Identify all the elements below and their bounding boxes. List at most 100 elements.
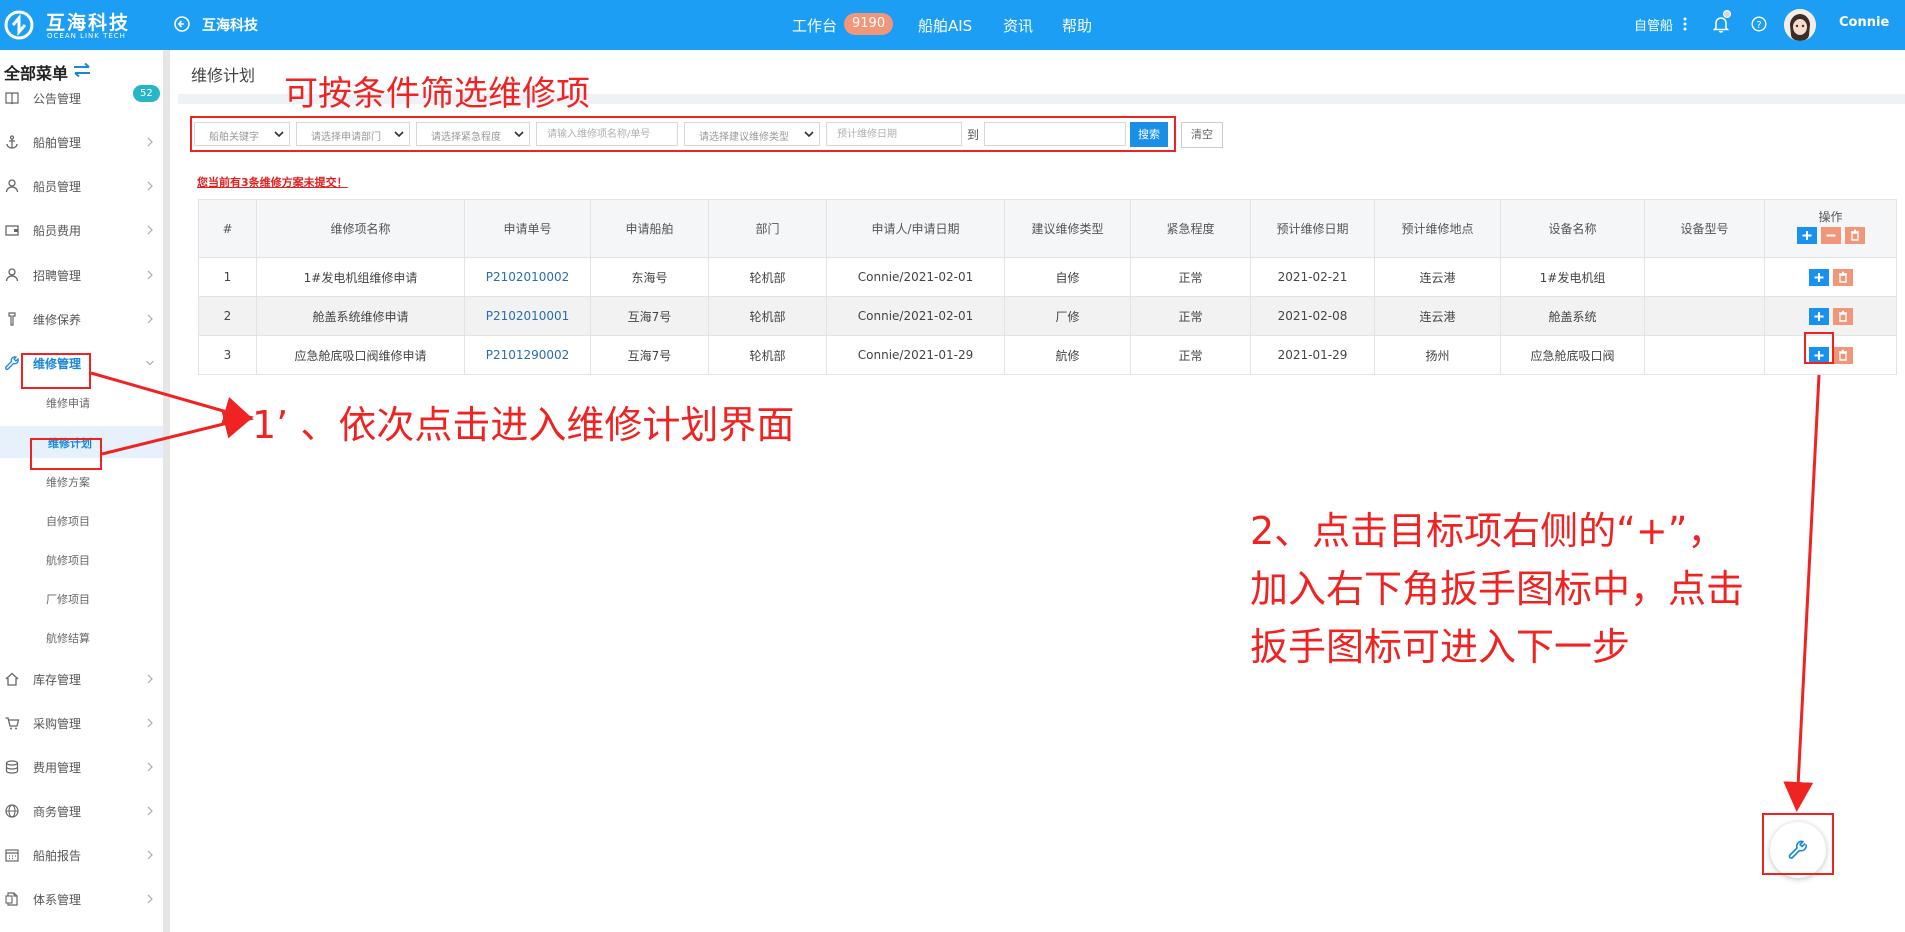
chevron-right-icon (147, 137, 153, 147)
cell-planned-location: 扬州 (1374, 335, 1501, 375)
table-row: 1 1#发电机组维修申请 P2102010002 东海号 轮机部 Connie/2021-… (198, 257, 1897, 297)
ship-mode-select[interactable]: 自管船 (1634, 15, 1673, 34)
help-icon[interactable]: ? (1751, 16, 1767, 32)
cell-index: 3 (198, 335, 257, 375)
sidebar-item-0[interactable]: 公告管理 52 (0, 80, 163, 116)
add-to-plan-button[interactable] (1808, 268, 1829, 286)
swap-icon[interactable] (72, 62, 92, 78)
repair-type-select[interactable]: 请选择建议维修类型 (684, 122, 820, 146)
clear-button[interactable]: 清空 (1181, 122, 1223, 148)
tool-icon (8, 312, 16, 326)
cell-equipment-model (1644, 257, 1765, 297)
chevron-right-icon (147, 270, 153, 280)
cell-applicant-date: Connie/2021-01-29 (826, 335, 1005, 375)
sidebar-item-10[interactable]: 商务管理 (0, 793, 163, 829)
submenu-item-0[interactable]: 维修申请 (0, 386, 163, 418)
submenu-item-3[interactable]: 自修项目 (0, 504, 163, 536)
cell-ship: 东海号 (590, 257, 709, 297)
col-index: # (198, 199, 257, 258)
nav-news[interactable]: 资讯 (1003, 15, 1033, 36)
person-icon (5, 179, 19, 193)
delete-all-button[interactable] (1844, 227, 1865, 244)
back-arrow-icon (174, 16, 190, 32)
submenu-item-1[interactable]: 维修计划 (0, 426, 163, 458)
calendar-icon (5, 849, 19, 862)
search-button[interactable]: 搜索 (1130, 122, 1168, 147)
repair-type-text: 请选择建议维修类型 (699, 132, 789, 143)
cell-equipment-name: 舱盖系统 (1500, 296, 1645, 336)
sidebar-item-6[interactable]: 维修管理 (0, 345, 163, 381)
chevron-right-icon (147, 806, 153, 816)
cell-request-no: P2102010001 (464, 296, 591, 336)
add-all-button[interactable] (1796, 227, 1817, 244)
urgency-select[interactable]: 请选择紧急程度 (416, 122, 530, 146)
add-to-plan-button[interactable] (1808, 307, 1829, 325)
delete-row-button[interactable] (1832, 346, 1853, 364)
dept-select[interactable]: 请选择申请部门 (296, 122, 410, 146)
cell-index: 2 (198, 296, 257, 336)
request-no-link[interactable]: P2102010001 (486, 309, 570, 323)
request-no-link[interactable]: P2102010002 (486, 270, 570, 284)
sidebar-item-label: 库存管理 (33, 673, 82, 687)
remove-all-button[interactable] (1820, 227, 1841, 244)
sidebar-item-7[interactable]: 库存管理 (0, 661, 163, 697)
chevron-down-icon (146, 360, 154, 366)
more-vertical-icon[interactable] (1683, 17, 1687, 31)
sidebar-item-3[interactable]: 船员费用 (0, 212, 163, 248)
user-name[interactable]: Connie (1839, 15, 1889, 30)
date-start-input[interactable] (826, 122, 962, 146)
cell-repair-type: 厂修 (1004, 296, 1131, 336)
chevron-right-icon (147, 674, 153, 684)
cell-item-name: 应急舱底吸口阀维修申请 (256, 335, 465, 375)
date-range-separator: 到 (967, 128, 980, 142)
trash-icon (1850, 229, 1859, 241)
cell-request-no: P2102010002 (464, 257, 591, 297)
sidebar-item-9[interactable]: 费用管理 (0, 749, 163, 785)
nav-workbench[interactable]: 工作台 (792, 15, 837, 36)
col-request-no: 申请单号 (464, 199, 591, 258)
ship-keyword-select[interactable]: 船舶关键字 (194, 122, 290, 146)
annotation-step2-line1: 2、点击目标项右侧的“+”， (1250, 509, 1726, 553)
actions-title: 操作 (1818, 210, 1843, 224)
sidebar-item-2[interactable]: 船员管理 (0, 168, 163, 204)
submenu-item-5[interactable]: 厂修项目 (0, 582, 163, 614)
chevron-down-icon (804, 131, 814, 138)
sidebar-item-5[interactable]: 维修保养 (0, 301, 163, 337)
repair-name-input[interactable] (536, 122, 678, 146)
sidebar-item-12[interactable]: 体系管理 (0, 881, 163, 917)
cell-dept: 轮机部 (708, 335, 827, 375)
date-end-input[interactable] (984, 122, 1126, 146)
sidebar-item-1[interactable]: 船舶管理 (0, 124, 163, 160)
cell-item-name: 舱盖系统维修申请 (256, 296, 465, 336)
submenu-item-4[interactable]: 航修项目 (0, 543, 163, 575)
avatar[interactable] (1784, 9, 1816, 41)
sidebar-item-4[interactable]: 招聘管理 (0, 257, 163, 293)
delete-row-button[interactable] (1832, 307, 1853, 325)
cell-urgency: 正常 (1130, 296, 1251, 336)
cell-equipment-model (1644, 335, 1765, 375)
add-to-plan-button[interactable] (1808, 346, 1829, 364)
request-no-link[interactable]: P2101290002 (486, 348, 570, 362)
submenu-item-label: 厂修项目 (46, 593, 90, 606)
nav-help[interactable]: 帮助 (1062, 15, 1092, 36)
book-icon (5, 92, 19, 105)
cell-equipment-model (1644, 296, 1765, 336)
cell-applicant-date: Connie/2021-02-01 (826, 296, 1005, 336)
unsubmitted-warning[interactable]: 您当前有3条维修方案未提交！ (197, 174, 348, 190)
cart-icon (5, 717, 20, 730)
cell-dept: 轮机部 (708, 257, 827, 297)
sidebar-item-8[interactable]: 采购管理 (0, 705, 163, 741)
cell-planned-date: 2021-01-29 (1250, 335, 1375, 375)
submenu-item-6[interactable]: 航修结算 (0, 621, 163, 653)
delete-row-button[interactable] (1832, 268, 1853, 286)
sidebar-item-label: 体系管理 (33, 893, 82, 907)
submenu-item-2[interactable]: 维修方案 (0, 465, 163, 497)
logo[interactable]: 互海科技 OCEAN LINK TECH (2, 6, 142, 46)
chevron-right-icon (147, 225, 153, 235)
app-root: 互海科技 OCEAN LINK TECH 互海科技 工作台 9190 船舶AIS… (0, 0, 1905, 932)
top-bar: 互海科技 OCEAN LINK TECH 互海科技 工作台 9190 船舶AIS… (0, 0, 1905, 50)
nav-ais[interactable]: 船舶AIS (918, 15, 972, 36)
anchor-icon (6, 135, 18, 149)
wrench-fab-button[interactable] (1770, 822, 1826, 878)
sidebar-item-11[interactable]: 船舶报告 (0, 837, 163, 873)
